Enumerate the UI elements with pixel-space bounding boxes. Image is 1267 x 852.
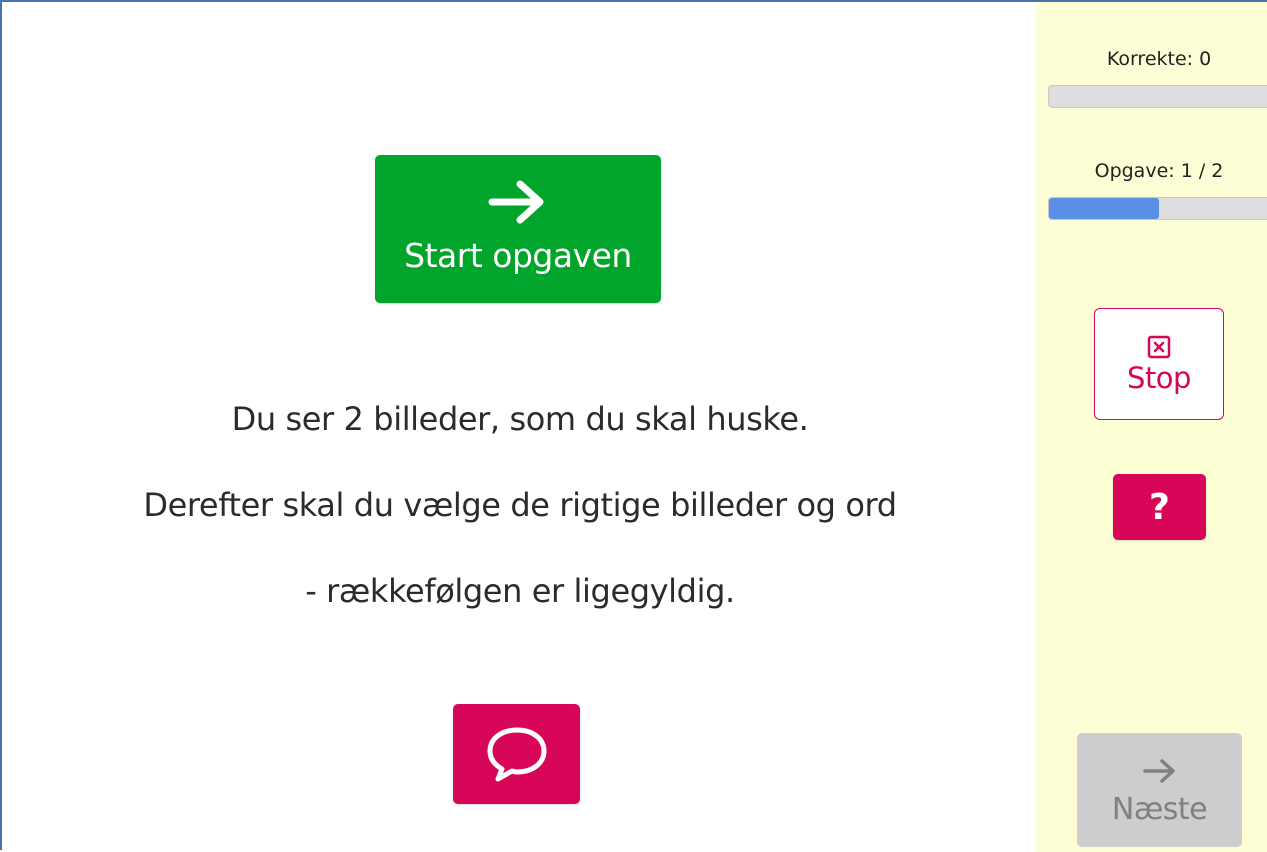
stop-label: Stop xyxy=(1127,361,1191,395)
instruction-line-2: Derefter skal du vælge de rigtige billed… xyxy=(143,486,897,524)
help-button[interactable]: ? xyxy=(1113,474,1206,540)
speech-bubble-icon xyxy=(487,727,546,782)
task-progress-fill xyxy=(1049,198,1159,219)
task-count-label: Opgave: 1 / 2 xyxy=(1094,160,1224,182)
sidebar: Korrekte: 0 Opgave: 1 / 2 Stop ? Næste xyxy=(1036,2,1267,852)
next-label: Næste xyxy=(1111,791,1208,827)
app-frame: Start opgaven Du ser 2 billeder, som du … xyxy=(0,0,1267,852)
correct-count-label: Korrekte: 0 xyxy=(1106,48,1212,70)
stop-button[interactable]: Stop xyxy=(1094,308,1224,420)
task-progress-bar xyxy=(1048,197,1267,220)
read-aloud-button[interactable] xyxy=(453,704,580,804)
task-panel: Start opgaven Du ser 2 billeder, som du … xyxy=(4,4,1036,852)
close-box-icon xyxy=(1147,335,1171,359)
next-button[interactable]: Næste xyxy=(1077,733,1242,847)
arrow-right-icon xyxy=(1142,758,1175,783)
arrow-right-icon xyxy=(488,180,544,223)
start-task-label: Start opgaven xyxy=(404,235,632,275)
instruction-line-3: - rækkefølgen er ligegyldig. xyxy=(305,572,735,610)
instruction-line-1: Du ser 2 billeder, som du skal huske. xyxy=(231,400,809,438)
start-task-button[interactable]: Start opgaven xyxy=(375,155,661,303)
correct-progress-bar xyxy=(1048,85,1267,108)
